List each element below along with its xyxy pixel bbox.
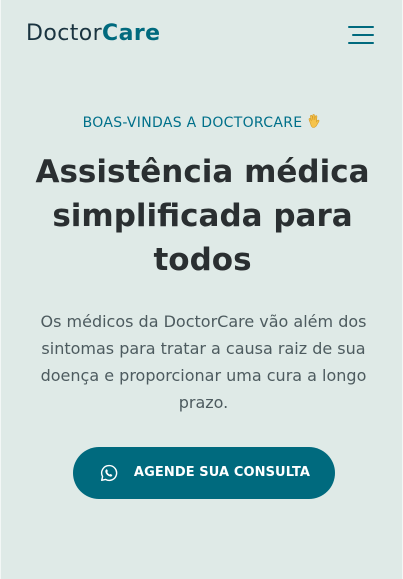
logo-text-doctor: Doctor xyxy=(26,21,103,46)
schedule-appointment-button[interactable]: AGENDE SUA CONSULTA xyxy=(73,447,335,499)
schedule-appointment-label: AGENDE SUA CONSULTA xyxy=(133,465,311,480)
logo[interactable]: DoctorCare xyxy=(26,21,160,47)
hero-description: Os médicos da DoctorCare vão além dos si… xyxy=(40,312,367,412)
menu-button[interactable] xyxy=(344,21,378,49)
hero-title: Assistência médica simplificada para tod… xyxy=(35,154,370,278)
welcome-eyebrow: BOAS-VINDAS A DOCTORCARE xyxy=(1,113,403,133)
page: DoctorCare BOAS-VINDAS A DOCTORCARE Assi… xyxy=(0,0,403,579)
welcome-text: BOAS-VINDAS A DOCTORCARE xyxy=(82,115,303,131)
whatsapp-icon xyxy=(100,464,118,482)
waving-hand-icon xyxy=(309,114,320,128)
logo-text-care: Care xyxy=(102,21,161,46)
site-header: DoctorCare xyxy=(1,0,403,70)
hamburger-menu-icon xyxy=(348,26,374,44)
